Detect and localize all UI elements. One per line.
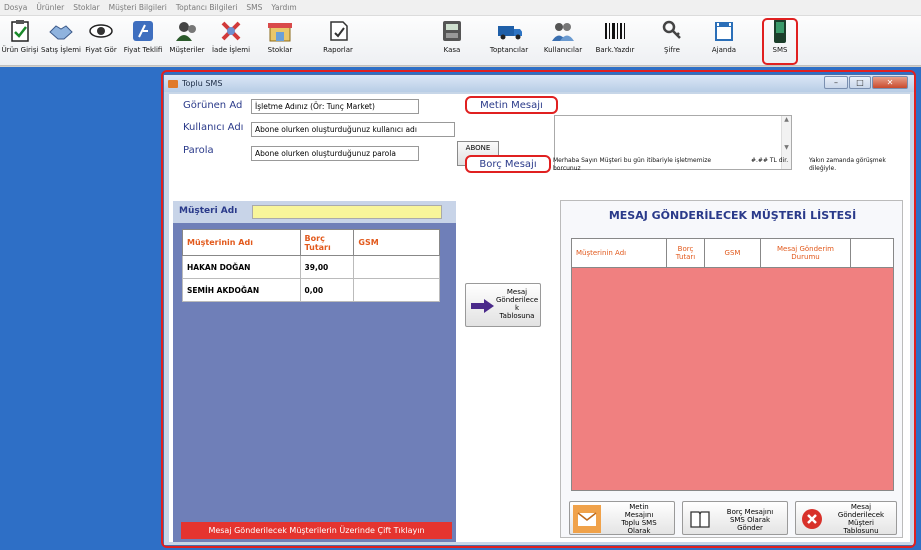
menu-toptanci-bilgileri[interactable]: Toptancı Bilgileri <box>176 3 238 12</box>
toolbar-toptancilar[interactable]: Toptancılar <box>484 18 534 64</box>
toolbar-musteriler[interactable]: Müşteriler <box>166 18 208 64</box>
key-icon <box>659 18 685 44</box>
users-icon <box>550 18 576 44</box>
customers-icon <box>174 18 200 44</box>
toolbar-sifre[interactable]: Şifre <box>660 18 684 64</box>
toolbar-label: Fiyat Teklifi <box>123 46 163 54</box>
toolbar-ajanda[interactable]: Ajanda <box>706 18 742 64</box>
toolbar-bark-yazdir[interactable]: Bark.Yazdır <box>592 18 638 64</box>
toolbar-label: Müşteriler <box>169 46 205 54</box>
cash-register-icon <box>439 18 465 44</box>
menu-musteri-bilgileri[interactable]: Müşteri Bilgileri <box>109 3 167 12</box>
menu-sms[interactable]: SMS <box>246 3 262 12</box>
toolbar-label: Bark.Yazdır <box>595 46 635 54</box>
return-icon <box>218 18 244 44</box>
sms-toolbar-highlight <box>762 18 798 65</box>
toolbar-label: Stoklar <box>267 46 293 54</box>
truck-icon <box>496 18 522 44</box>
toolbar-stoklar[interactable]: Stoklar <box>262 18 298 64</box>
menu-dosya[interactable]: Dosya <box>4 3 27 12</box>
sms-window-highlight <box>161 70 916 548</box>
toolbar-iade-islemi[interactable]: İade İşlemi <box>210 18 252 64</box>
toolbar-label: Raporlar <box>323 46 353 54</box>
toolbar-label: İade İşlemi <box>211 46 251 54</box>
toolbar-label: Ajanda <box>711 46 737 54</box>
toolbar-urun-girisi[interactable]: Ürün Girişi <box>2 18 38 64</box>
toolbar-label: Şifre <box>664 46 680 54</box>
handshake-icon <box>48 18 74 44</box>
toolbar-satis-islemi[interactable]: Satış İşlemi <box>40 18 82 64</box>
toolbar-raporlar[interactable]: Raporlar <box>320 18 356 64</box>
price-offer-icon <box>130 18 156 44</box>
toolbar-label: Ürün Girişi <box>1 46 39 54</box>
toolbar-fiyat-gor[interactable]: Fiyat Gör <box>84 18 118 64</box>
menu-yardim[interactable]: Yardım <box>271 3 296 12</box>
toolbar-label: Satış İşlemi <box>40 46 82 54</box>
menu-stoklar[interactable]: Stoklar <box>73 3 99 12</box>
menu-bar: Dosya Ürünler Stoklar Müşteri Bilgileri … <box>0 0 921 16</box>
clipboard-check-icon <box>7 18 33 44</box>
toolbar-label: Kasa <box>443 46 461 54</box>
toolbar-kasa[interactable]: Kasa <box>440 18 464 64</box>
report-icon <box>325 18 351 44</box>
toolbar-label: Toptancılar <box>489 46 529 54</box>
toolbar-label: Kullanıcılar <box>543 46 583 54</box>
stock-shop-icon <box>267 18 293 44</box>
toolbar-kullanicilar[interactable]: Kullanıcılar <box>540 18 586 64</box>
toolbar-fiyat-teklifi[interactable]: Fiyat Teklifi <box>120 18 166 64</box>
eye-icon <box>88 18 114 44</box>
barcode-icon <box>602 18 628 44</box>
calendar-icon <box>711 18 737 44</box>
menu-urunler[interactable]: Ürünler <box>36 3 64 12</box>
toolbar-label: Fiyat Gör <box>85 46 117 54</box>
